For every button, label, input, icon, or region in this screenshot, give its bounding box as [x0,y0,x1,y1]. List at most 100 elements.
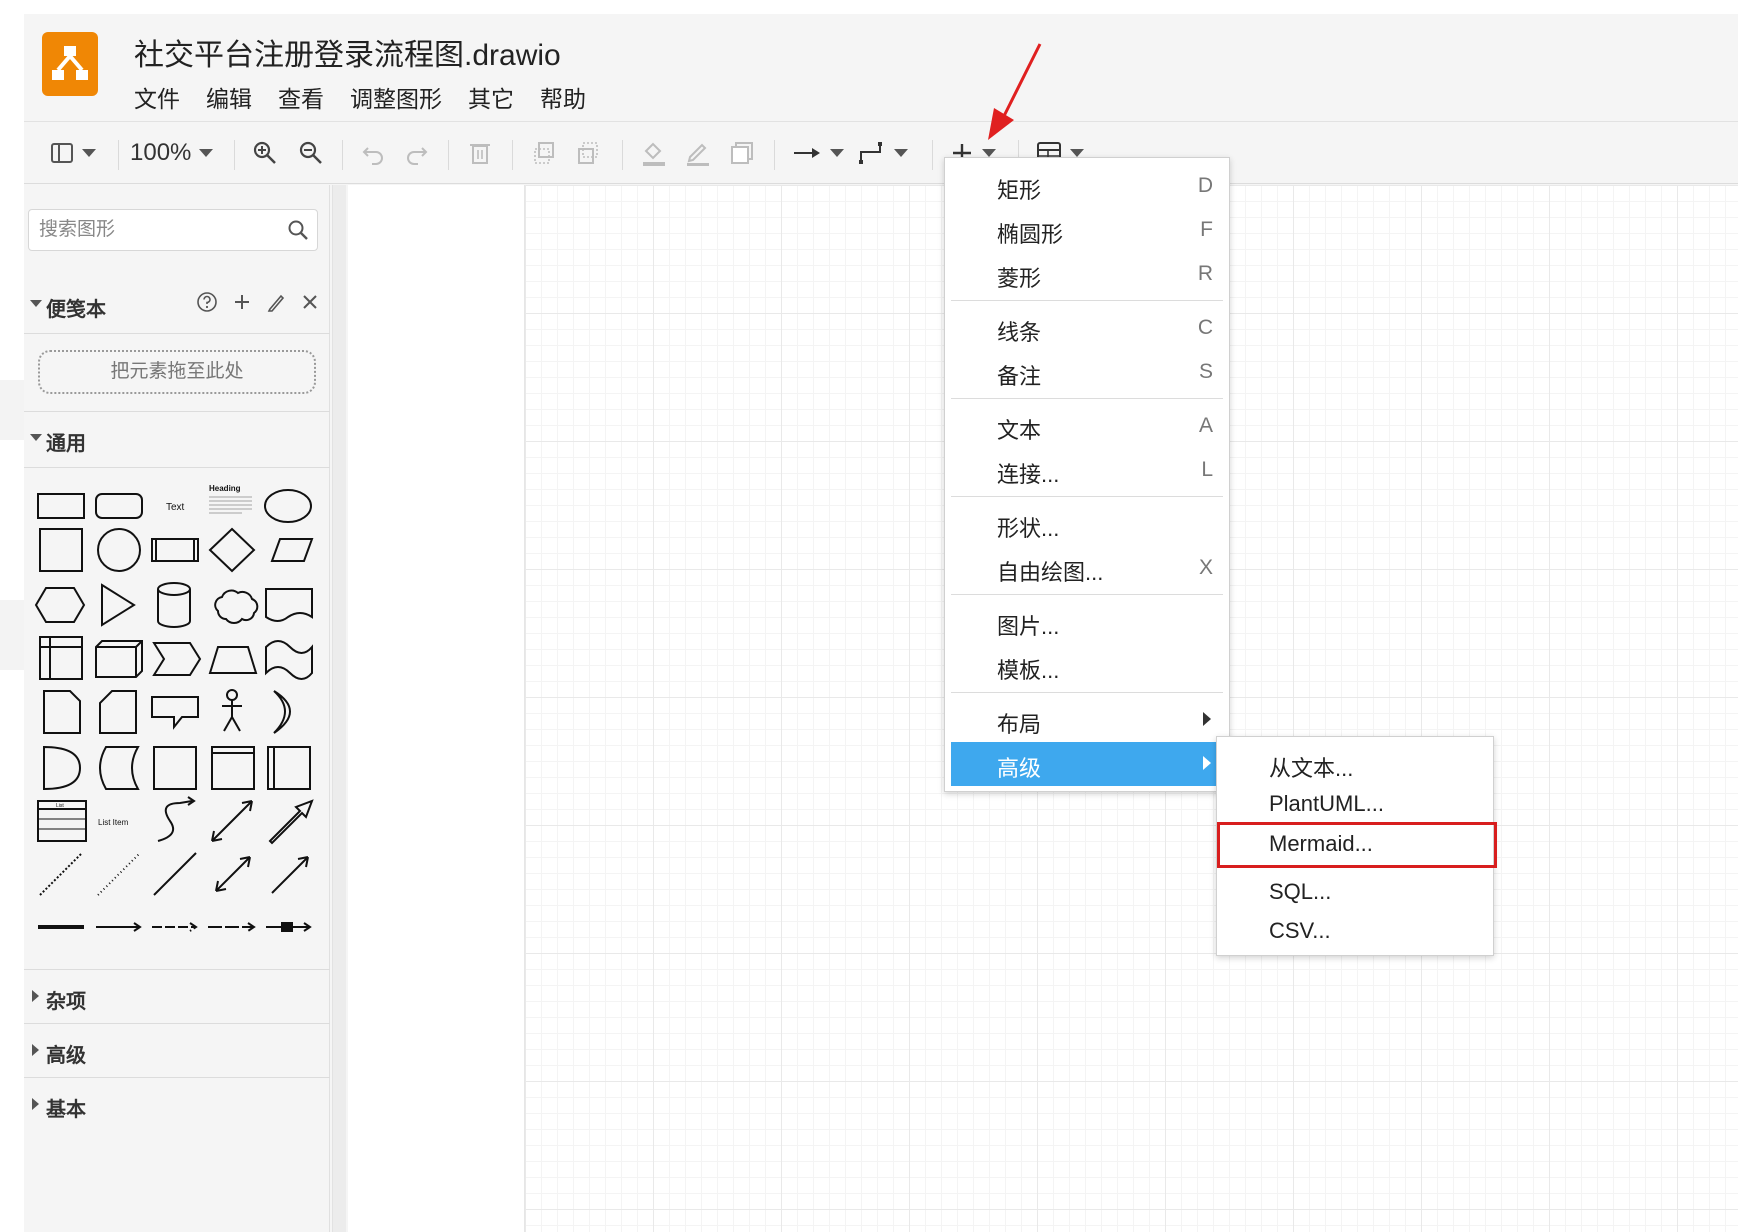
menu-item-label: 高级 [997,756,1042,781]
submenu-item-sql[interactable]: SQL... [1217,873,1495,911]
menu-item-text[interactable]: 文本 A [951,404,1223,448]
menu-item-link[interactable]: 连接... L [951,448,1223,492]
menu-item-advanced[interactable]: 高级 [951,742,1223,786]
chevron-down-icon [830,149,844,157]
menu-view[interactable]: 查看 [278,80,324,114]
general-shape-library: Text Heading List List Item [34,484,314,932]
close-icon[interactable] [300,291,320,313]
directional-connector-shape [271,856,309,894]
toolbar-divider [342,140,343,170]
cube-shape [95,640,143,678]
menu-help[interactable]: 帮助 [540,80,586,114]
edit-icon[interactable] [266,291,286,313]
undo-button[interactable] [360,136,386,170]
menu-item-layout[interactable]: 布局 [951,698,1223,742]
text-shape[interactable]: Text [166,502,185,513]
menu-item-image[interactable]: 图片... [951,600,1223,644]
menu-item-label: 连接... [997,462,1060,487]
scratchpad-header[interactable]: 便笺本 [24,285,330,325]
square-shape [39,528,83,572]
redo-button[interactable] [404,136,430,170]
menu-item-label: 文本 [997,418,1042,443]
menu-item-label: 模板... [997,658,1060,683]
search-input[interactable] [39,218,279,242]
add-icon[interactable] [232,291,252,313]
waypoints-dropdown[interactable] [858,136,908,170]
fill-color-button[interactable] [640,136,668,170]
document-title[interactable]: 社交平台注册登录流程图.drawio [134,30,561,74]
toolbar-divider [774,140,775,170]
menu-item-rectangle[interactable]: 矩形 D [951,164,1223,208]
drawio-logo [42,32,98,96]
zoom-level: 100% [130,139,192,166]
to-front-icon [534,142,554,164]
chevron-down-icon [1070,149,1084,157]
bidirectional-arrow-shape [211,800,253,842]
shadow-button[interactable] [728,136,756,170]
to-back-button[interactable] [576,136,602,170]
to-front-button[interactable] [532,136,558,170]
link-arrow-label2-shape [208,922,256,932]
line-shape [153,852,197,896]
chevron-right-icon [32,1044,39,1056]
link-arrow-shape [96,922,142,932]
menu-item-label: 布局 [997,712,1042,737]
menu-item-freehand[interactable]: 自由绘图... X [951,546,1223,590]
format-panel-button[interactable] [50,136,96,170]
toolbar-divider [512,140,513,170]
advanced-section-header[interactable]: 高级 [24,1031,330,1071]
menu-file[interactable]: 文件 [134,80,180,114]
divider [24,969,330,970]
menubar: 文件 编辑 查看 调整图形 其它 帮助 [134,80,586,114]
scratchpad-title: 便笺本 [46,299,106,321]
help-icon[interactable] [196,291,218,313]
outer-fade [0,600,24,670]
menu-item-rhombus[interactable]: 菱形 R [951,252,1223,296]
sidebar-scrollbar[interactable] [332,185,346,1232]
annotation-arrow-icon [988,43,1042,140]
elbow-connector-icon [859,142,882,164]
dotted-line-shape [97,852,141,896]
search-icon[interactable] [287,219,309,241]
link-arrow-label-shape [152,922,198,932]
list-item-shape[interactable]: List Item [98,818,129,827]
toolbar: 100% [24,122,1738,184]
line-color-button[interactable] [684,136,712,170]
menu-separator [951,300,1223,301]
list-shape-label: List [56,803,64,809]
tape-shape [265,640,313,680]
zoom-out-button[interactable] [298,136,324,170]
scratchpad-dropzone[interactable]: 把元素拖至此处 [38,350,316,394]
card-shape [99,690,137,734]
advanced-section-title: 高级 [46,1045,86,1067]
zoom-dropdown[interactable]: 100% [130,136,214,170]
ellipse-shape [264,489,312,523]
pencil-icon [687,143,709,166]
zoom-in-button[interactable] [252,136,278,170]
submenu-item-plantuml[interactable]: PlantUML... [1217,785,1495,823]
menu-arrange[interactable]: 调整图形 [350,80,442,114]
menu-item-note[interactable]: 备注 S [951,350,1223,394]
submenu-item-csv[interactable]: CSV... [1217,912,1495,950]
connection-style-dropdown[interactable] [792,136,844,170]
insert-menu: 矩形 D 椭圆形 F 菱形 R 线条 C 备注 S 文本 A 连接... L 形状... 自由… [944,157,1230,792]
submenu-item-from-text[interactable]: 从文本... [1217,745,1495,783]
shortcut-label: X [1198,556,1213,579]
menu-item-template[interactable]: 模板... [951,644,1223,688]
parallelogram-shape [270,538,314,562]
chevron-down-icon [199,149,214,157]
delete-button[interactable] [468,136,492,170]
menu-separator [951,496,1223,497]
to-back-icon [578,142,598,164]
basic-section-header[interactable]: 基本 [24,1085,330,1125]
menu-edit[interactable]: 编辑 [206,80,252,114]
menu-item-ellipse[interactable]: 椭圆形 F [951,208,1223,252]
heading-shape[interactable]: Heading [209,484,241,493]
menu-extras[interactable]: 其它 [468,80,514,114]
general-section-header[interactable]: 通用 [24,419,330,459]
misc-section-header[interactable]: 杂项 [24,977,330,1017]
dashed-line-shape [39,852,83,896]
menu-item-line[interactable]: 线条 C [951,306,1223,350]
chevron-down-icon [982,149,996,157]
menu-item-shapes[interactable]: 形状... [951,502,1223,546]
